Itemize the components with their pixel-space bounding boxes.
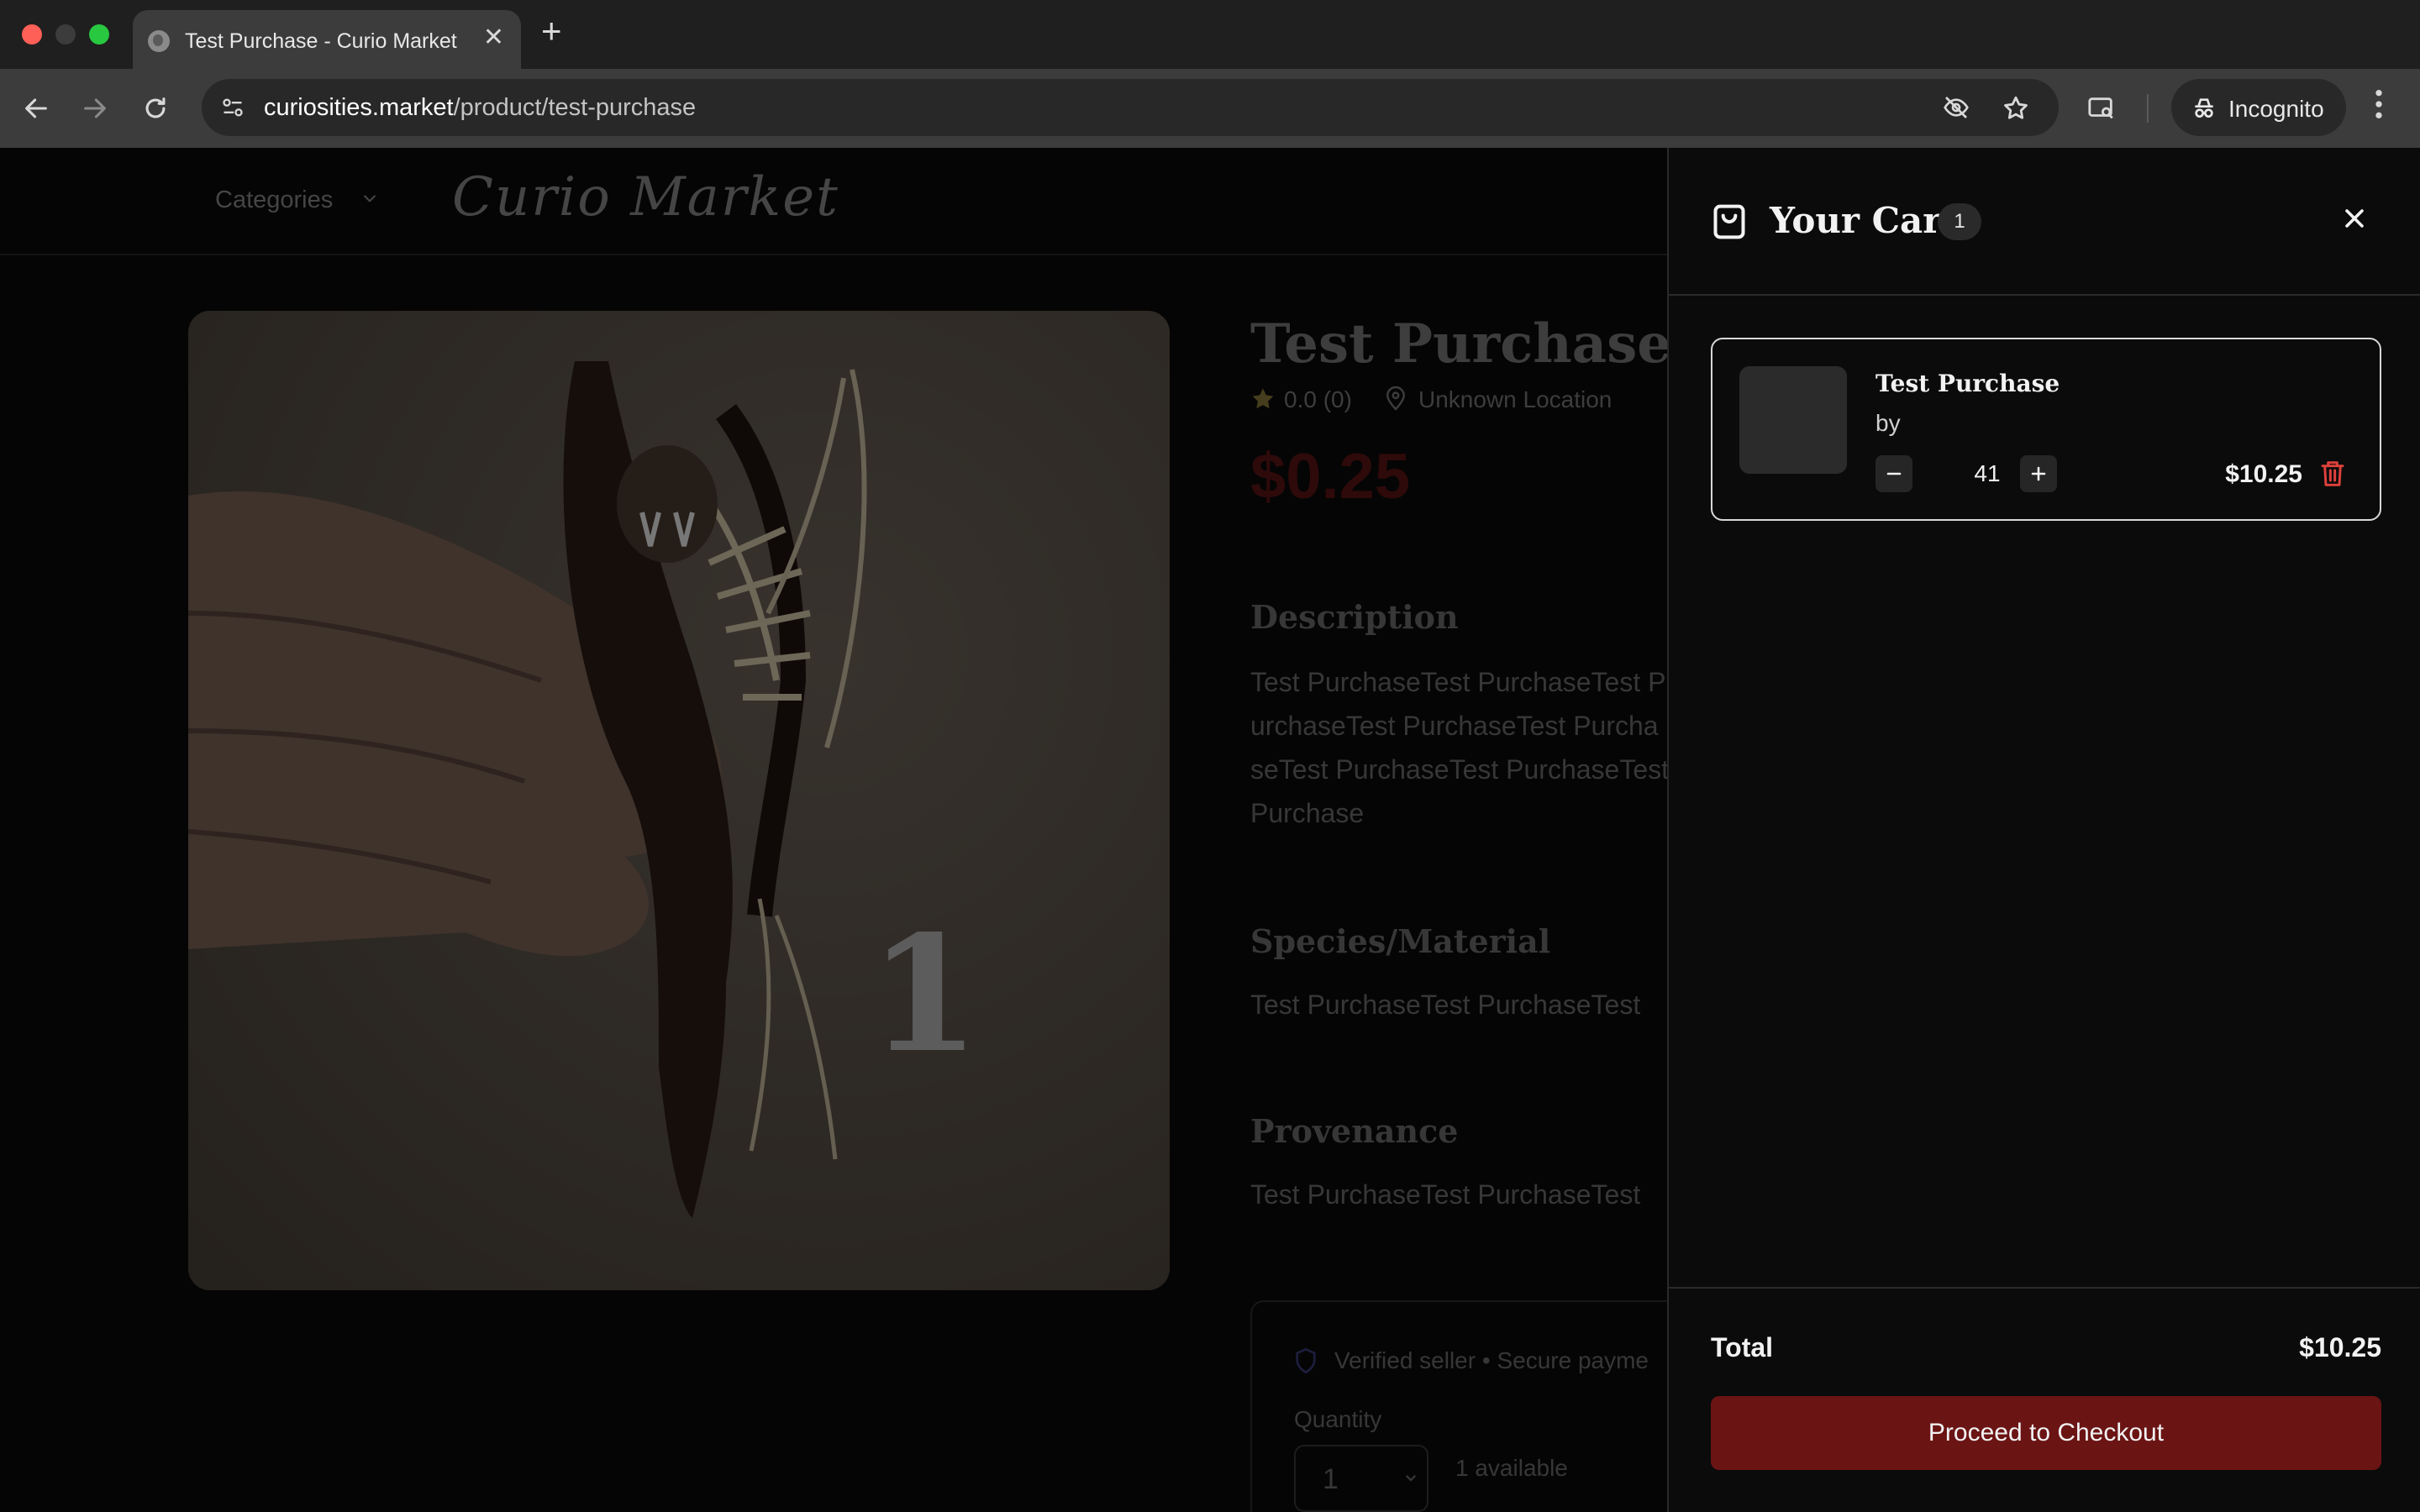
drawer-backdrop-overlay[interactable] — [0, 148, 1667, 1512]
globe-icon — [148, 30, 170, 52]
tab-title: Test Purchase - Curio Market — [185, 29, 457, 53]
incognito-indicator[interactable]: Incognito — [2171, 79, 2346, 136]
window-minimize-button[interactable] — [55, 24, 76, 45]
address-bar[interactable]: curiosities.market/product/test-purchase — [202, 79, 2059, 136]
cart-drawer: Your Cart 1 Test Purchase by 41 $10.25 T… — [1667, 148, 2420, 1512]
incognito-label: Incognito — [2228, 96, 2324, 122]
reload-icon[interactable] — [141, 94, 170, 128]
cart-item: Test Purchase by 41 $10.25 — [1711, 338, 2381, 521]
kebab-icon[interactable] — [2373, 87, 2385, 127]
toolbar-divider — [2147, 94, 2149, 123]
trash-icon[interactable] — [2319, 459, 2346, 489]
site-info-icon[interactable] — [220, 96, 245, 119]
cart-title: Your Cart — [1770, 200, 1958, 241]
proceed-to-checkout-button[interactable]: Proceed to Checkout — [1711, 1396, 2381, 1470]
lens-icon[interactable] — [2086, 94, 2118, 127]
browser-tab-strip: Test Purchase - Curio Market ✕ + — [0, 0, 2420, 69]
cart-item-thumbnail — [1739, 366, 1847, 474]
star-icon[interactable] — [2002, 94, 2030, 127]
window-zoom-button[interactable] — [89, 24, 109, 45]
cart-footer: Total $10.25 Proceed to Checkout — [1669, 1287, 2420, 1512]
cart-item-seller: by — [1876, 410, 1901, 436]
tab-close-icon[interactable]: ✕ — [483, 25, 504, 50]
window-close-button[interactable] — [22, 24, 42, 45]
decrease-quantity-button[interactable] — [1876, 455, 1912, 492]
cart-count-badge: 1 — [1938, 203, 1981, 240]
close-icon[interactable] — [2339, 203, 2370, 234]
cart-item-price: $10.25 — [2225, 460, 2302, 488]
minus-icon — [1886, 472, 1902, 475]
eye-off-icon[interactable] — [1941, 94, 1971, 125]
forward-icon[interactable] — [81, 94, 109, 128]
increase-quantity-button[interactable] — [2020, 455, 2057, 492]
browser-toolbar: curiosities.market/product/test-purchase… — [0, 69, 2420, 148]
cart-header: Your Cart 1 — [1669, 148, 2420, 296]
browser-tab-active[interactable]: Test Purchase - Curio Market ✕ — [133, 10, 521, 69]
cart-item-name: Test Purchase — [1876, 370, 2060, 397]
shopping-bag-icon — [1713, 204, 1745, 239]
total-label: Total — [1711, 1332, 1774, 1362]
url-text: curiosities.market/product/test-purchase — [264, 94, 697, 121]
back-icon[interactable] — [22, 94, 50, 128]
total-value: $10.25 — [2299, 1332, 2381, 1362]
new-tab-button[interactable]: + — [541, 13, 562, 49]
cart-item-quantity: 41 — [1974, 460, 2001, 486]
plus-icon — [2031, 466, 2046, 481]
incognito-icon — [2195, 98, 2213, 118]
